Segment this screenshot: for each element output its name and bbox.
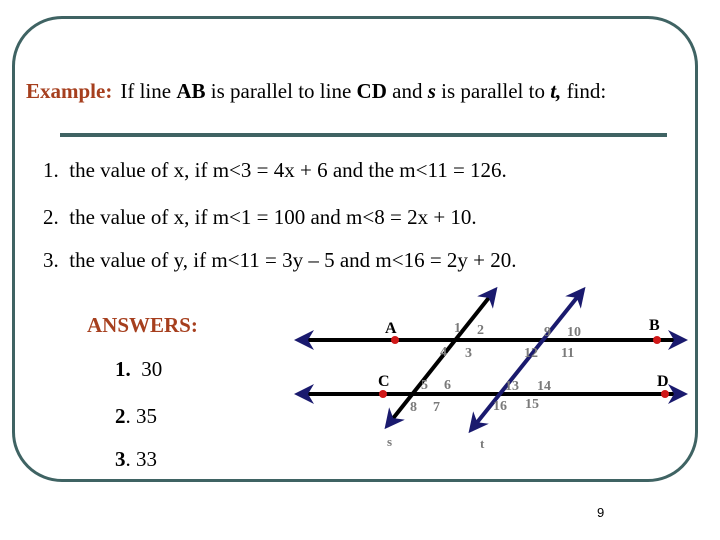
angle-11-label: 11 [561,346,574,361]
point-a-dot [391,336,399,344]
page-number: 9 [597,505,605,520]
angle-5-label: 5 [421,378,428,393]
line-t-label: t [480,436,485,451]
angle-1-label: 1 [454,321,461,336]
point-c-dot [379,390,387,398]
angle-8-label: 8 [410,400,417,415]
angle-7-label: 7 [433,400,440,415]
point-d-label: D [657,373,669,390]
point-c-label: C [378,373,390,390]
angle-10-label: 10 [567,325,581,340]
angle-12-label: 12 [524,346,538,361]
angle-2-label: 2 [477,323,484,338]
point-b-dot [653,336,661,344]
point-b-label: B [649,317,660,334]
point-a-label: A [385,320,397,337]
angle-16-label: 16 [493,399,507,414]
angle-15-label: 15 [525,397,539,412]
angle-3-label: 3 [465,346,472,361]
line-s-label: s [387,434,392,449]
angle-13-label: 13 [505,379,519,394]
parallel-lines-diagram: A C B D s t 1 2 3 4 5 6 7 8 9 10 11 12 1… [294,286,688,451]
point-d-dot [661,390,669,398]
angle-6-label: 6 [444,378,451,393]
angle-9-label: 9 [544,325,551,340]
angle-14-label: 14 [537,379,551,394]
angle-4-label: 4 [440,345,447,360]
